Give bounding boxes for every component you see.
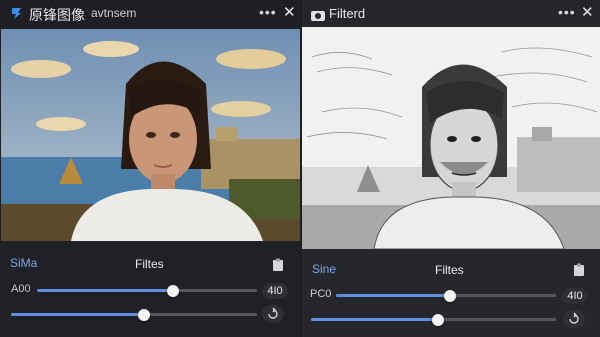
right-filters-title: Filtes: [435, 263, 464, 277]
right-slider-2-fill: [311, 318, 439, 321]
rotate-icon[interactable]: [563, 310, 585, 328]
right-window-title: Filterd: [329, 6, 366, 21]
original-image-panel: 原锋图像 avtnsem ••• ✕ SiMa Filtes A00 4I0: [0, 0, 301, 337]
right-titlebar: Filterd ••• ✕: [302, 0, 600, 27]
more-horizontal-icon[interactable]: •••: [259, 4, 277, 20]
right-slider-1-thumb[interactable]: [444, 290, 457, 302]
clipboard-icon[interactable]: [573, 263, 585, 282]
right-slider-1-fill: [336, 294, 451, 297]
right-row1-value[interactable]: 4I0: [562, 288, 588, 304]
filtered-sketch-photo: [302, 27, 600, 249]
clipboard-icon[interactable]: [272, 258, 284, 277]
left-row1-label: A00: [11, 283, 31, 295]
right-slider-1[interactable]: [336, 290, 556, 302]
left-window-title: 原锋图像: [29, 7, 85, 23]
left-row1-value[interactable]: 4I0: [262, 283, 288, 299]
original-photo: [1, 29, 300, 241]
close-icon[interactable]: ✕: [581, 3, 594, 21]
rotate-icon[interactable]: [262, 305, 284, 323]
left-slider-2-thumb[interactable]: [137, 309, 150, 321]
close-icon[interactable]: ✕: [283, 3, 296, 21]
left-mode-label[interactable]: SiMa: [10, 256, 37, 270]
right-slider-2[interactable]: [311, 314, 556, 326]
right-slider-2-thumb[interactable]: [432, 314, 445, 326]
more-horizontal-icon[interactable]: •••: [558, 4, 576, 20]
left-slider-1-fill: [37, 289, 174, 292]
right-row1-label: PC0: [310, 288, 332, 300]
camera-icon: [311, 8, 325, 26]
left-filters-title: Filtes: [135, 257, 164, 271]
left-slider-2[interactable]: [11, 309, 257, 321]
left-slider-2-fill: [11, 313, 144, 316]
left-slider-1-thumb[interactable]: [167, 285, 180, 297]
left-window-subtitle: avtnsem: [91, 6, 137, 20]
filtered-image-panel: Filterd ••• ✕ Sine Filtes PC0 4I0: [302, 0, 600, 337]
left-titlebar: 原锋图像 avtnsem ••• ✕: [0, 0, 301, 27]
app-logo-icon: [10, 7, 23, 25]
left-slider-1[interactable]: [37, 285, 257, 297]
right-mode-label[interactable]: Sine: [312, 262, 336, 276]
